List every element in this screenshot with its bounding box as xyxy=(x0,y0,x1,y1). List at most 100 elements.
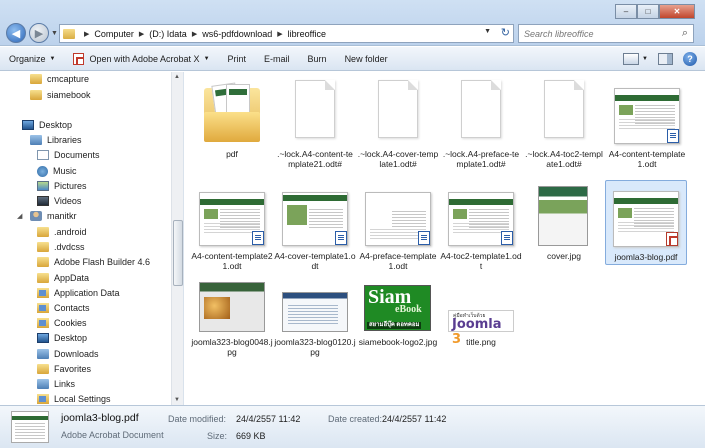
sidebar-scrollbar[interactable]: ▲ ▼ xyxy=(171,72,183,405)
maximize-button[interactable]: □ xyxy=(637,4,659,19)
scrollbar-thumb[interactable] xyxy=(173,220,183,286)
help-icon[interactable]: ? xyxy=(683,52,697,66)
size-value: 669 KB xyxy=(236,431,266,441)
address-bar[interactable]: ▶ Computer ▶ (D:) Idata ▶ ws6-pdfdownloa… xyxy=(59,24,514,43)
new-folder-button[interactable]: New folder xyxy=(336,54,397,64)
file-item[interactable]: A4-content-template1.odt xyxy=(606,78,688,169)
chevron-right-icon[interactable]: ▶ xyxy=(84,30,89,38)
file-item-selected[interactable]: joomla3-blog.pdf xyxy=(605,180,687,265)
file-item[interactable]: A4-toc2-template1.odt xyxy=(440,180,522,271)
search-box[interactable]: ⌕ xyxy=(518,24,694,43)
folder-icon xyxy=(37,257,49,267)
scroll-up-icon[interactable]: ▲ xyxy=(174,74,180,80)
file-item[interactable]: คู่มือทำเว็บด้วย Joomla 3 title.png xyxy=(440,282,522,347)
address-dropdown-icon[interactable]: ▼ xyxy=(484,28,491,35)
search-input[interactable] xyxy=(524,28,674,39)
print-button[interactable]: Print xyxy=(219,54,256,64)
music-icon xyxy=(37,165,48,177)
sidebar-item-cookies[interactable]: Cookies xyxy=(37,316,87,330)
sidebar-item-libraries[interactable]: Libraries xyxy=(30,133,82,147)
image-thumbnail: คู่มือทำเว็บด้วย Joomla 3 xyxy=(447,282,515,347)
file-item[interactable]: joomla323-blog0120.jpg xyxy=(274,282,356,357)
minimize-button[interactable]: – xyxy=(615,4,637,19)
organize-label: Organize xyxy=(9,53,46,64)
file-item[interactable]: A4-preface-template1.odt xyxy=(357,180,439,271)
open-with-button[interactable]: Open with Adobe Acrobat X ▼ xyxy=(64,52,218,65)
sidebar-item-label: Music xyxy=(53,166,77,176)
acrobat-icon xyxy=(73,52,85,65)
libraries-icon xyxy=(30,135,42,145)
downloads-icon xyxy=(37,349,49,359)
file-item[interactable]: cover.jpg xyxy=(523,180,605,261)
back-button[interactable]: ◀ xyxy=(6,23,26,43)
file-item[interactable]: pdf xyxy=(191,78,273,159)
file-item[interactable]: .~lock.A4-toc2-template1.odt# xyxy=(523,78,605,169)
blank-document-icon xyxy=(530,78,598,146)
folder-thumbnail xyxy=(198,78,266,146)
links-icon xyxy=(37,379,49,389)
sidebar-item-android[interactable]: .android xyxy=(37,225,87,239)
sidebar-item-appdata[interactable]: AppData xyxy=(37,271,89,285)
change-view-icon[interactable] xyxy=(623,53,640,65)
sidebar-item-desktop-user[interactable]: Desktop xyxy=(37,331,87,345)
file-item[interactable]: .~lock.A4-preface-template1.odt# xyxy=(440,78,522,169)
chevron-right-icon[interactable]: ▶ xyxy=(277,30,282,38)
sidebar-item-local-settings[interactable]: Local Settings xyxy=(37,392,111,405)
sidebar-item-label: Documents xyxy=(54,150,100,160)
breadcrumb-computer[interactable]: Computer xyxy=(94,29,134,39)
chevron-right-icon[interactable]: ▶ xyxy=(192,30,197,38)
forward-arrow-icon: ▶ xyxy=(34,27,44,40)
folder-icon xyxy=(204,82,260,142)
file-name: A4-content-template1.odt xyxy=(608,149,686,169)
details-pane: joomla3-blog.pdf Adobe Acrobat Document … xyxy=(0,405,705,448)
odt-file-icon xyxy=(501,231,513,245)
file-item[interactable]: .~lock.A4-content-template21.odt# xyxy=(274,78,356,169)
preview-pane-icon[interactable] xyxy=(658,53,673,65)
scroll-down-icon[interactable]: ▼ xyxy=(174,397,180,403)
view-options-caret-icon[interactable]: ▼ xyxy=(642,56,648,62)
sidebar-item-label: Libraries xyxy=(47,135,82,145)
sidebar-item-downloads[interactable]: Downloads xyxy=(37,347,99,361)
sidebar-item-cmcapture[interactable]: cmcapture xyxy=(30,72,89,86)
file-item[interactable]: A4-content-template21.odt xyxy=(191,180,273,271)
recent-pages-dropdown-icon[interactable]: ▼ xyxy=(51,30,58,37)
sidebar-item-adobe-flash-builder[interactable]: Adobe Flash Builder 4.6 xyxy=(37,255,150,269)
title-bar: – □ ✕ ◀ ▶ ▼ ▶ Computer ▶ (D:) Idata ▶ ws… xyxy=(0,0,705,46)
selected-file-name: joomla3-blog.pdf xyxy=(61,412,139,424)
sidebar-item-links[interactable]: Links xyxy=(37,377,75,391)
sidebar-item-label: Links xyxy=(54,379,76,389)
file-item[interactable]: Siam eBook สยามอีบุ๊ค ดอทคอม siamebook-l… xyxy=(357,282,439,347)
folder-icon xyxy=(63,28,75,39)
breadcrumb-drive[interactable]: (D:) Idata xyxy=(149,29,187,39)
chevron-right-icon[interactable]: ▶ xyxy=(139,30,144,38)
file-name: joomla3-blog.pdf xyxy=(614,252,678,262)
email-button[interactable]: E-mail xyxy=(255,54,299,64)
sidebar-item-pictures[interactable]: Pictures xyxy=(37,179,87,193)
breadcrumb-folder[interactable]: ws6-pdfdownload xyxy=(202,29,272,39)
sidebar-item-contacts[interactable]: Contacts xyxy=(37,301,90,315)
sidebar-item-application-data[interactable]: Application Data xyxy=(37,286,120,300)
caret-down-icon: ▼ xyxy=(203,55,210,62)
file-item[interactable]: .~lock.A4-cover-template1.odt# xyxy=(357,78,439,169)
forward-button[interactable]: ▶ xyxy=(29,23,49,43)
organize-menu[interactable]: Organize ▼ xyxy=(0,54,64,64)
size-label: Size: xyxy=(207,431,228,441)
sidebar-item-documents[interactable]: Documents xyxy=(37,148,100,162)
search-icon[interactable]: ⌕ xyxy=(682,27,688,40)
sidebar-item-siamebook[interactable]: siamebook xyxy=(30,88,91,102)
sidebar-item-videos[interactable]: Videos xyxy=(37,194,81,208)
file-item[interactable]: joomla323-blog0048.jpg xyxy=(191,282,273,357)
sidebar-item-dvdcss[interactable]: .dvdcss xyxy=(37,240,85,254)
file-item[interactable]: A4-cover-template1.odt xyxy=(274,180,356,271)
back-arrow-icon: ◀ xyxy=(11,27,21,40)
refresh-icon[interactable]: ↻ xyxy=(501,26,510,39)
expand-arrow-icon[interactable]: ◢ xyxy=(17,212,22,220)
sidebar-item-favorites[interactable]: Favorites xyxy=(37,362,91,376)
sidebar-item-music[interactable]: Music xyxy=(37,164,77,178)
sidebar-item-desktop[interactable]: Desktop xyxy=(22,118,72,132)
close-button[interactable]: ✕ xyxy=(659,4,695,19)
sidebar-item-manitkr[interactable]: manitkr xyxy=(30,209,77,223)
navigation-pane: cmcapture siamebook Desktop Libraries Do… xyxy=(0,72,184,405)
burn-button[interactable]: Burn xyxy=(299,54,336,64)
breadcrumb-current[interactable]: libreoffice xyxy=(288,29,326,39)
